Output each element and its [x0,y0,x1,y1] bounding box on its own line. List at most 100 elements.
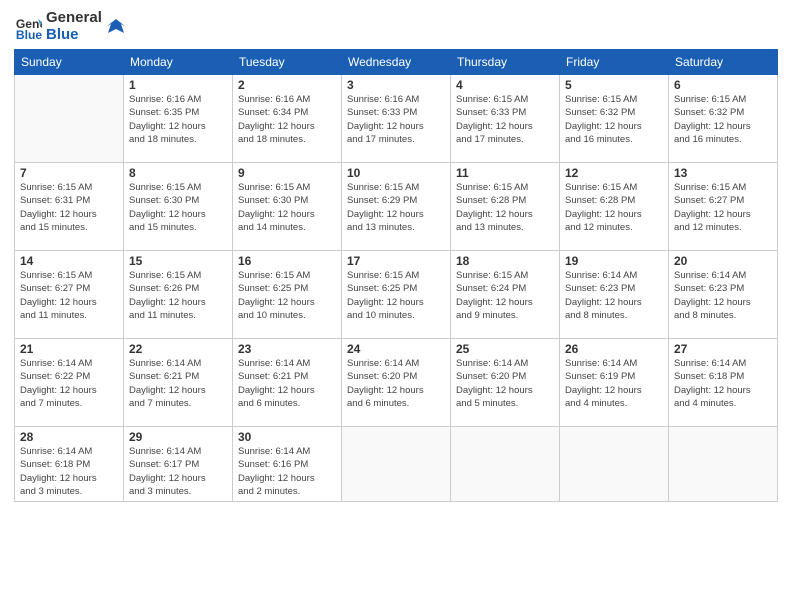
day-number: 6 [674,78,772,92]
logo-blue: Blue [46,27,102,44]
day-number: 17 [347,254,445,268]
day-number: 12 [565,166,663,180]
day-info: Sunrise: 6:14 AM Sunset: 6:21 PM Dayligh… [129,357,227,410]
day-info: Sunrise: 6:14 AM Sunset: 6:23 PM Dayligh… [674,269,772,322]
logo-bird-icon [106,17,126,37]
calendar-cell [560,427,669,502]
day-info: Sunrise: 6:14 AM Sunset: 6:19 PM Dayligh… [565,357,663,410]
calendar-cell: 17Sunrise: 6:15 AM Sunset: 6:25 PM Dayli… [342,251,451,339]
weekday-header-thursday: Thursday [451,50,560,75]
day-number: 10 [347,166,445,180]
calendar-cell: 28Sunrise: 6:14 AM Sunset: 6:18 PM Dayli… [15,427,124,502]
day-number: 2 [238,78,336,92]
day-info: Sunrise: 6:15 AM Sunset: 6:27 PM Dayligh… [674,181,772,234]
calendar-cell [669,427,778,502]
day-info: Sunrise: 6:15 AM Sunset: 6:31 PM Dayligh… [20,181,118,234]
calendar-cell: 9Sunrise: 6:15 AM Sunset: 6:30 PM Daylig… [233,163,342,251]
day-info: Sunrise: 6:15 AM Sunset: 6:26 PM Dayligh… [129,269,227,322]
day-info: Sunrise: 6:14 AM Sunset: 6:21 PM Dayligh… [238,357,336,410]
day-number: 20 [674,254,772,268]
calendar-cell: 10Sunrise: 6:15 AM Sunset: 6:29 PM Dayli… [342,163,451,251]
calendar-table: SundayMondayTuesdayWednesdayThursdayFrid… [14,49,778,502]
day-info: Sunrise: 6:15 AM Sunset: 6:25 PM Dayligh… [347,269,445,322]
day-number: 11 [456,166,554,180]
day-number: 28 [20,430,118,444]
day-number: 4 [456,78,554,92]
day-info: Sunrise: 6:15 AM Sunset: 6:32 PM Dayligh… [674,93,772,146]
day-info: Sunrise: 6:14 AM Sunset: 6:18 PM Dayligh… [20,445,118,498]
day-info: Sunrise: 6:16 AM Sunset: 6:33 PM Dayligh… [347,93,445,146]
day-info: Sunrise: 6:14 AM Sunset: 6:23 PM Dayligh… [565,269,663,322]
calendar-cell: 20Sunrise: 6:14 AM Sunset: 6:23 PM Dayli… [669,251,778,339]
day-info: Sunrise: 6:14 AM Sunset: 6:20 PM Dayligh… [347,357,445,410]
day-number: 26 [565,342,663,356]
weekday-header-friday: Friday [560,50,669,75]
calendar-cell: 18Sunrise: 6:15 AM Sunset: 6:24 PM Dayli… [451,251,560,339]
logo: General Blue General Blue [14,10,126,43]
weekday-header-wednesday: Wednesday [342,50,451,75]
svg-text:Blue: Blue [16,28,42,41]
day-info: Sunrise: 6:15 AM Sunset: 6:24 PM Dayligh… [456,269,554,322]
day-number: 29 [129,430,227,444]
day-number: 15 [129,254,227,268]
day-number: 19 [565,254,663,268]
day-number: 3 [347,78,445,92]
calendar-cell: 6Sunrise: 6:15 AM Sunset: 6:32 PM Daylig… [669,75,778,163]
calendar-cell: 25Sunrise: 6:14 AM Sunset: 6:20 PM Dayli… [451,339,560,427]
weekday-header-saturday: Saturday [669,50,778,75]
day-number: 14 [20,254,118,268]
day-info: Sunrise: 6:16 AM Sunset: 6:34 PM Dayligh… [238,93,336,146]
day-info: Sunrise: 6:15 AM Sunset: 6:25 PM Dayligh… [238,269,336,322]
day-info: Sunrise: 6:14 AM Sunset: 6:20 PM Dayligh… [456,357,554,410]
day-number: 27 [674,342,772,356]
day-info: Sunrise: 6:15 AM Sunset: 6:28 PM Dayligh… [565,181,663,234]
week-row-4: 21Sunrise: 6:14 AM Sunset: 6:22 PM Dayli… [15,339,778,427]
calendar-cell: 16Sunrise: 6:15 AM Sunset: 6:25 PM Dayli… [233,251,342,339]
day-number: 16 [238,254,336,268]
day-info: Sunrise: 6:15 AM Sunset: 6:32 PM Dayligh… [565,93,663,146]
day-number: 5 [565,78,663,92]
weekday-header-sunday: Sunday [15,50,124,75]
page: General Blue General Blue SundayMondayTu… [0,0,792,612]
logo-icon: General Blue [14,13,42,41]
calendar-cell: 8Sunrise: 6:15 AM Sunset: 6:30 PM Daylig… [124,163,233,251]
day-info: Sunrise: 6:14 AM Sunset: 6:16 PM Dayligh… [238,445,336,498]
calendar-cell: 13Sunrise: 6:15 AM Sunset: 6:27 PM Dayli… [669,163,778,251]
day-number: 18 [456,254,554,268]
calendar-cell: 5Sunrise: 6:15 AM Sunset: 6:32 PM Daylig… [560,75,669,163]
calendar-cell: 27Sunrise: 6:14 AM Sunset: 6:18 PM Dayli… [669,339,778,427]
calendar-cell: 26Sunrise: 6:14 AM Sunset: 6:19 PM Dayli… [560,339,669,427]
logo-general: General [46,10,102,27]
week-row-3: 14Sunrise: 6:15 AM Sunset: 6:27 PM Dayli… [15,251,778,339]
calendar-cell [342,427,451,502]
day-info: Sunrise: 6:15 AM Sunset: 6:30 PM Dayligh… [238,181,336,234]
week-row-5: 28Sunrise: 6:14 AM Sunset: 6:18 PM Dayli… [15,427,778,502]
day-info: Sunrise: 6:16 AM Sunset: 6:35 PM Dayligh… [129,93,227,146]
day-info: Sunrise: 6:14 AM Sunset: 6:17 PM Dayligh… [129,445,227,498]
calendar-cell [15,75,124,163]
day-info: Sunrise: 6:15 AM Sunset: 6:33 PM Dayligh… [456,93,554,146]
day-info: Sunrise: 6:15 AM Sunset: 6:29 PM Dayligh… [347,181,445,234]
calendar-cell: 11Sunrise: 6:15 AM Sunset: 6:28 PM Dayli… [451,163,560,251]
day-number: 1 [129,78,227,92]
calendar-cell: 29Sunrise: 6:14 AM Sunset: 6:17 PM Dayli… [124,427,233,502]
calendar-cell: 4Sunrise: 6:15 AM Sunset: 6:33 PM Daylig… [451,75,560,163]
day-info: Sunrise: 6:15 AM Sunset: 6:28 PM Dayligh… [456,181,554,234]
day-number: 25 [456,342,554,356]
calendar-cell: 1Sunrise: 6:16 AM Sunset: 6:35 PM Daylig… [124,75,233,163]
day-number: 23 [238,342,336,356]
day-number: 8 [129,166,227,180]
day-number: 30 [238,430,336,444]
calendar-cell: 22Sunrise: 6:14 AM Sunset: 6:21 PM Dayli… [124,339,233,427]
week-row-2: 7Sunrise: 6:15 AM Sunset: 6:31 PM Daylig… [15,163,778,251]
day-number: 7 [20,166,118,180]
calendar-cell [451,427,560,502]
day-info: Sunrise: 6:14 AM Sunset: 6:18 PM Dayligh… [674,357,772,410]
day-number: 24 [347,342,445,356]
day-number: 22 [129,342,227,356]
day-number: 9 [238,166,336,180]
calendar-cell: 19Sunrise: 6:14 AM Sunset: 6:23 PM Dayli… [560,251,669,339]
day-info: Sunrise: 6:14 AM Sunset: 6:22 PM Dayligh… [20,357,118,410]
header: General Blue General Blue [14,10,778,43]
calendar-cell: 30Sunrise: 6:14 AM Sunset: 6:16 PM Dayli… [233,427,342,502]
